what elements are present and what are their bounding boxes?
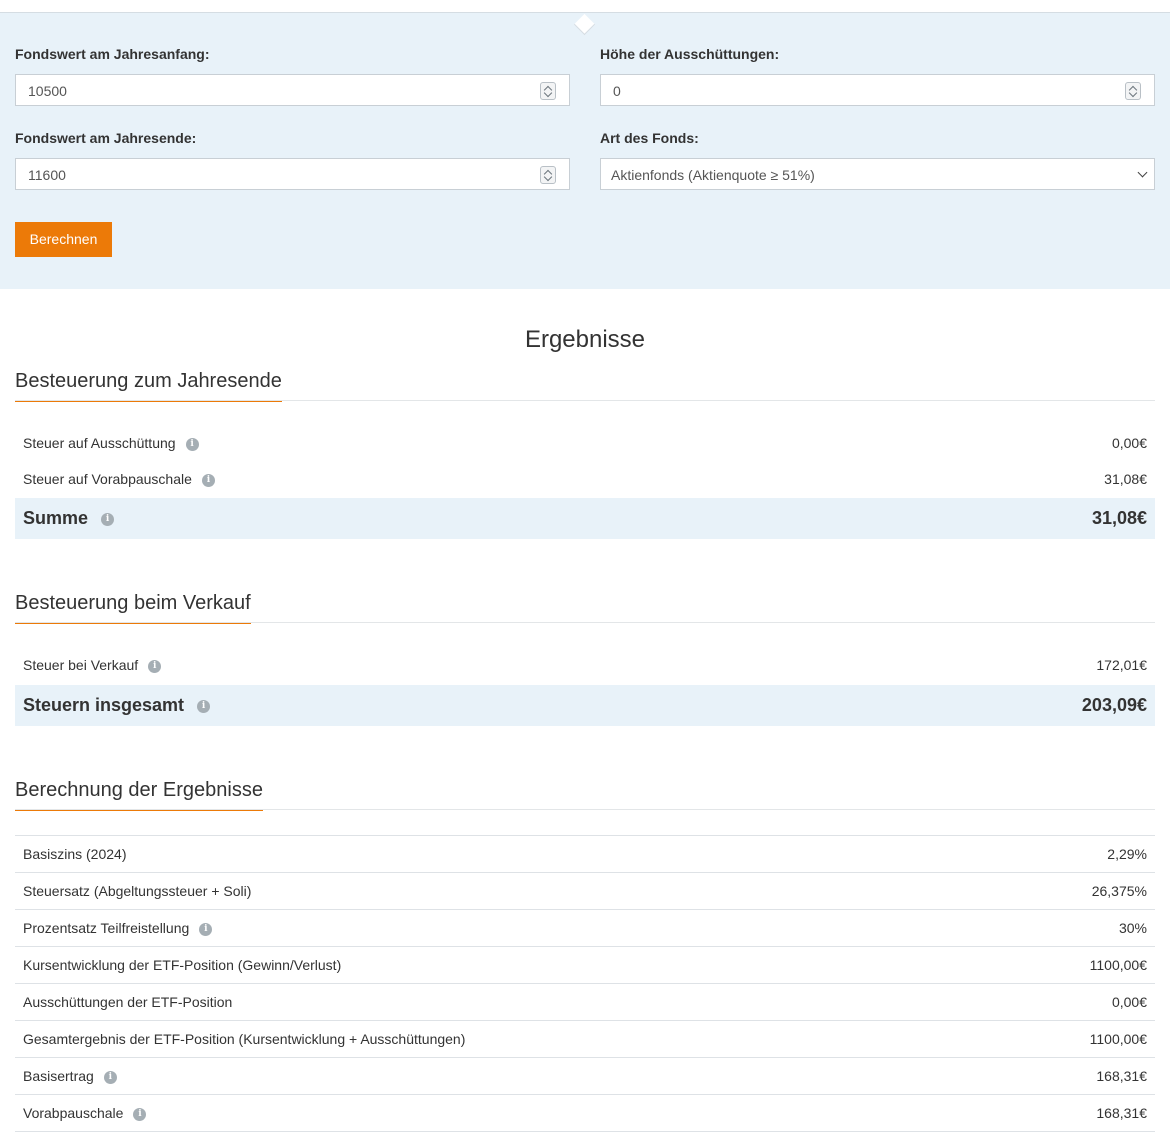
info-icon[interactable]: i [185, 437, 199, 451]
row-value: 30% [1118, 920, 1147, 936]
end-value-text: 11600 [28, 167, 66, 183]
total-label: Steuern insgesamt [23, 695, 185, 715]
distribution-label: Höhe der Ausschüttungen: [600, 46, 780, 62]
info-icon[interactable]: i [103, 1070, 117, 1084]
fund-type-select[interactable]: Aktienfonds (Aktienquote ≥ 51%) [600, 158, 1155, 190]
table-bottom-border [15, 1131, 1155, 1132]
sum-value: 31,08€ [1091, 508, 1147, 528]
row-value: 168,31€ [1096, 1068, 1147, 1084]
number-spinner-icon[interactable] [540, 166, 556, 184]
end-value-input[interactable]: 11600 [15, 158, 570, 190]
info-icon[interactable]: i [101, 512, 115, 526]
info-icon[interactable]: i [201, 473, 215, 487]
fund-type-label: Art des Fonds: [600, 130, 699, 146]
info-icon[interactable]: i [148, 659, 162, 673]
chevron-down-icon [1137, 167, 1148, 178]
row-label: Steuer auf Vorabpauschale [23, 471, 192, 487]
section-divider [15, 400, 1155, 401]
number-spinner-icon[interactable] [1125, 82, 1141, 100]
number-spinner-icon[interactable] [540, 82, 556, 100]
row-value: 26,375% [1091, 883, 1147, 899]
row-label: Steuer auf Ausschüttung [23, 435, 176, 451]
total-value: 203,09€ [1081, 695, 1147, 715]
row-label: Gesamtergebnis der ETF-Position (Kursent… [23, 1031, 466, 1047]
table-row: Basiszins (2024) 2,29% [15, 835, 1155, 873]
table-row: Basisertrag i 168,31€ [15, 1057, 1155, 1095]
calculator-form: Fondswert am Jahresanfang: 10500 Höhe de… [0, 12, 1170, 289]
row-value: 168,31€ [1096, 1105, 1147, 1121]
row-value: 0,00€ [1111, 994, 1147, 1010]
row-value: 172,01€ [1096, 657, 1147, 673]
row-label: Ausschüttungen der ETF-Position [23, 994, 233, 1010]
row-label: Basiszins (2024) [23, 846, 127, 862]
calculate-button[interactable]: Berechnen [15, 222, 112, 257]
table-row: Kursentwicklung der ETF-Position (Gewinn… [15, 946, 1155, 984]
info-icon[interactable]: i [199, 922, 213, 936]
row-value: 1100,00€ [1089, 1031, 1147, 1047]
row-value: 1100,00€ [1089, 957, 1147, 973]
row-label: Basisertrag [23, 1068, 94, 1084]
row-label: Kursentwicklung der ETF-Position (Gewinn… [23, 957, 342, 973]
info-icon[interactable]: i [197, 699, 211, 713]
end-value-label: Fondswert am Jahresende: [15, 130, 197, 146]
distribution-text: 0 [613, 83, 621, 99]
section-divider [15, 809, 1155, 810]
table-row: Ausschüttungen der ETF-Position 0,00€ [15, 983, 1155, 1021]
row-label: Prozentsatz Teilfreistellung [23, 920, 190, 936]
fund-type-selected: Aktienfonds (Aktienquote ≥ 51%) [611, 167, 815, 183]
section-title-sale: Besteuerung beim Verkauf [15, 592, 251, 624]
start-value-input[interactable]: 10500 [15, 74, 570, 106]
row-label: Vorabpauschale [23, 1105, 124, 1121]
section-divider [15, 622, 1155, 623]
sum-label: Summe [23, 508, 89, 528]
section-title-calculation: Berechnung der Ergebnisse [15, 779, 263, 811]
table-row: Prozentsatz Teilfreistellung i 30% [15, 909, 1155, 947]
table-row: Steuersatz (Abgeltungssteuer + Soli) 26,… [15, 872, 1155, 910]
section-title-year-end: Besteuerung zum Jahresende [15, 370, 282, 402]
distribution-input[interactable]: 0 [600, 74, 1155, 106]
total-row: Steuern insgesamt i 203,09€ [15, 685, 1155, 726]
panel-notch [573, 13, 596, 36]
row-value: 2,29% [1107, 846, 1147, 862]
table-row: Vorabpauschale i 168,31€ [15, 1094, 1155, 1132]
row-value: 0,00€ [1111, 435, 1147, 451]
sum-row: Summe i 31,08€ [15, 498, 1155, 539]
info-icon[interactable]: i [133, 1107, 147, 1121]
start-value-label: Fondswert am Jahresanfang: [15, 46, 210, 62]
table-row: Gesamtergebnis der ETF-Position (Kursent… [15, 1020, 1155, 1058]
row-label: Steuer bei Verkauf [23, 657, 139, 673]
row-label: Steuersatz (Abgeltungssteuer + Soli) [23, 883, 252, 899]
row-value: 31,08€ [1104, 471, 1147, 487]
start-value-text: 10500 [28, 83, 67, 99]
results-title: Ergebnisse [524, 326, 646, 353]
